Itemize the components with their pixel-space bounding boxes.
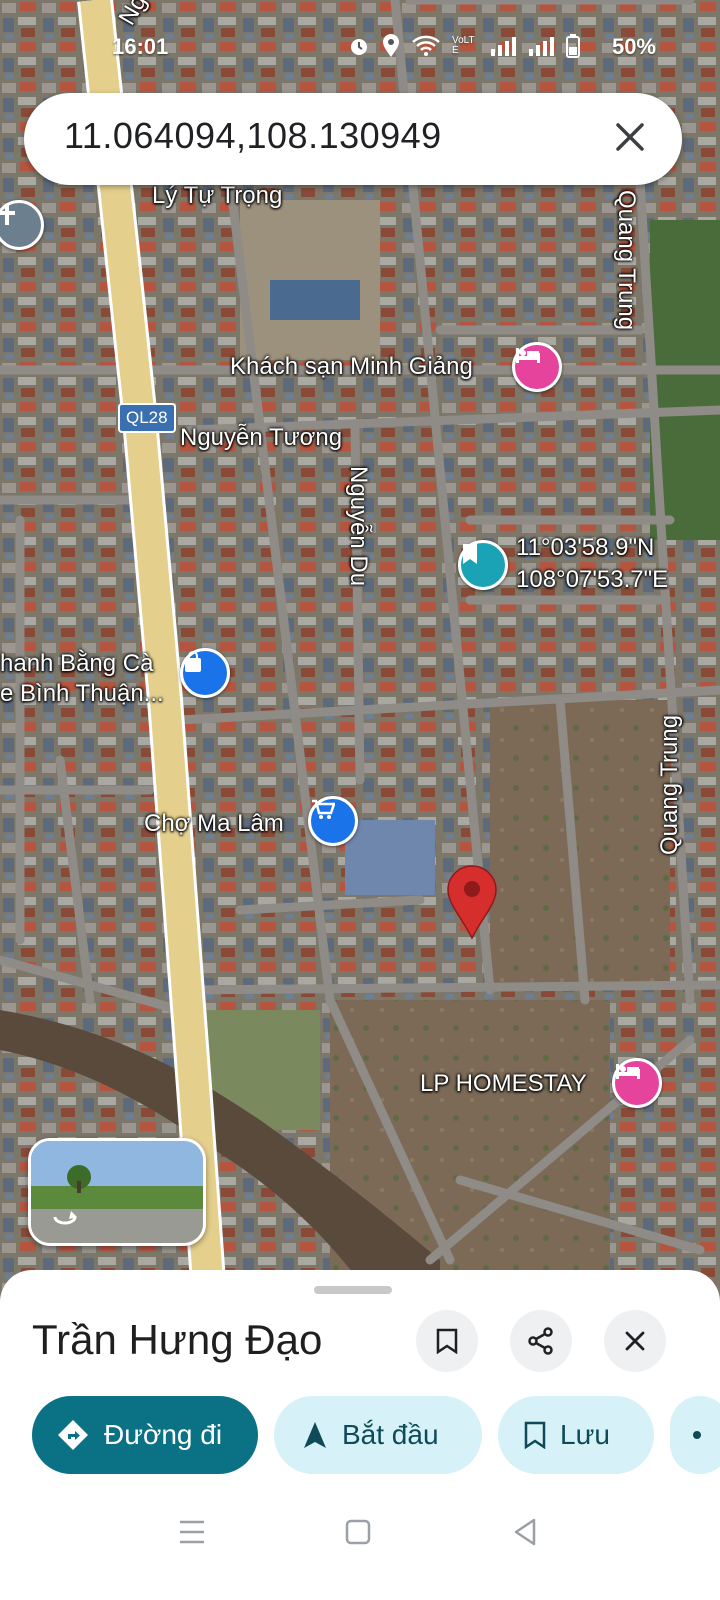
highway-shield: QL28 (118, 403, 176, 433)
save-icon-button[interactable] (416, 1310, 478, 1372)
bookmark-icon (524, 1421, 546, 1449)
close-icon[interactable] (610, 117, 650, 157)
save-label: Lưu (560, 1419, 610, 1450)
coords-label-lat: 11°03'58.9"N (516, 534, 655, 561)
homestay-label[interactable]: LP HOMESTAY (420, 1070, 587, 1098)
status-bar: 16:01 VoLTE 50% (0, 30, 720, 66)
road-label-quang-trung-top: Quang Trung (613, 190, 640, 331)
battery-icon (566, 34, 580, 58)
wifi-icon (412, 35, 440, 56)
system-navigation-bar (0, 1490, 720, 1600)
hotel-poi[interactable] (512, 342, 562, 392)
save-button[interactable]: Lưu (498, 1396, 654, 1474)
road-label-nguyen-tuong: Nguyễn Tương (180, 424, 343, 451)
coords-label-lng: 108°07'53.7"E (516, 566, 669, 593)
navigation-arrow-icon (304, 1422, 326, 1448)
close-sheet-button[interactable] (604, 1310, 666, 1372)
shop-label-line2[interactable]: e Bình Thuận... (0, 680, 164, 708)
menu-icon[interactable] (172, 1512, 212, 1552)
place-title: Trần Hưng Đạo (32, 1316, 323, 1363)
satellite-map[interactable]: Ng Lý Tự Trọng Nguyễn Tương Nguyễn Du Qu… (0, 0, 720, 1310)
shop-poi[interactable] (180, 648, 230, 698)
share-button[interactable] (510, 1310, 572, 1372)
market-label[interactable]: Chợ Ma Lâm (144, 810, 284, 838)
bookmark-icon (463, 544, 477, 564)
alarm-icon (351, 39, 367, 55)
start-button[interactable]: Bắt đầu (274, 1396, 482, 1474)
volte-icon: VoLTE (452, 35, 475, 56)
back-icon[interactable] (506, 1512, 546, 1552)
bookmark-icon (436, 1328, 458, 1354)
status-time: 16:01 (112, 34, 169, 59)
home-icon[interactable] (338, 1512, 378, 1552)
more-icon (693, 1431, 701, 1439)
road-label-nguyen-du: Nguyễn Du (345, 466, 372, 587)
street-view-thumbnail[interactable] (28, 1138, 206, 1246)
search-bar[interactable]: 11.064094,108.130949 (24, 93, 682, 185)
share-icon (528, 1327, 553, 1355)
battery-percent: 50% (611, 34, 656, 59)
signal-icon (491, 37, 516, 56)
saved-pin-poi[interactable] (458, 540, 508, 590)
shopping-bag-icon (185, 651, 201, 672)
close-icon (625, 1331, 645, 1351)
search-query[interactable]: 11.064094,108.130949 (64, 115, 442, 157)
road-label-quang-trung-bottom: Quang Trung (656, 714, 683, 855)
market-poi[interactable] (308, 796, 358, 846)
location-icon (383, 34, 399, 57)
shop-label-line1[interactable]: hanh Bằng Cà (0, 650, 153, 678)
directions-label: Đường đi (104, 1419, 223, 1450)
bed-icon (516, 348, 540, 363)
cross-icon (0, 205, 15, 225)
cart-icon (312, 799, 335, 819)
homestay-poi[interactable] (612, 1058, 662, 1108)
sheet-drag-handle[interactable] (314, 1286, 392, 1294)
more-actions-button[interactable] (670, 1396, 720, 1474)
bed-icon (616, 1064, 640, 1079)
signal-icon-2 (529, 37, 554, 56)
start-label: Bắt đầu (342, 1419, 439, 1450)
directions-icon (58, 1420, 88, 1450)
directions-button[interactable]: Đường đi (32, 1396, 258, 1474)
hotel-label[interactable]: Khách sạn Minh Giảng (230, 353, 473, 381)
road-label-ly-tu-trong: Lý Tự Trọng (152, 182, 283, 209)
